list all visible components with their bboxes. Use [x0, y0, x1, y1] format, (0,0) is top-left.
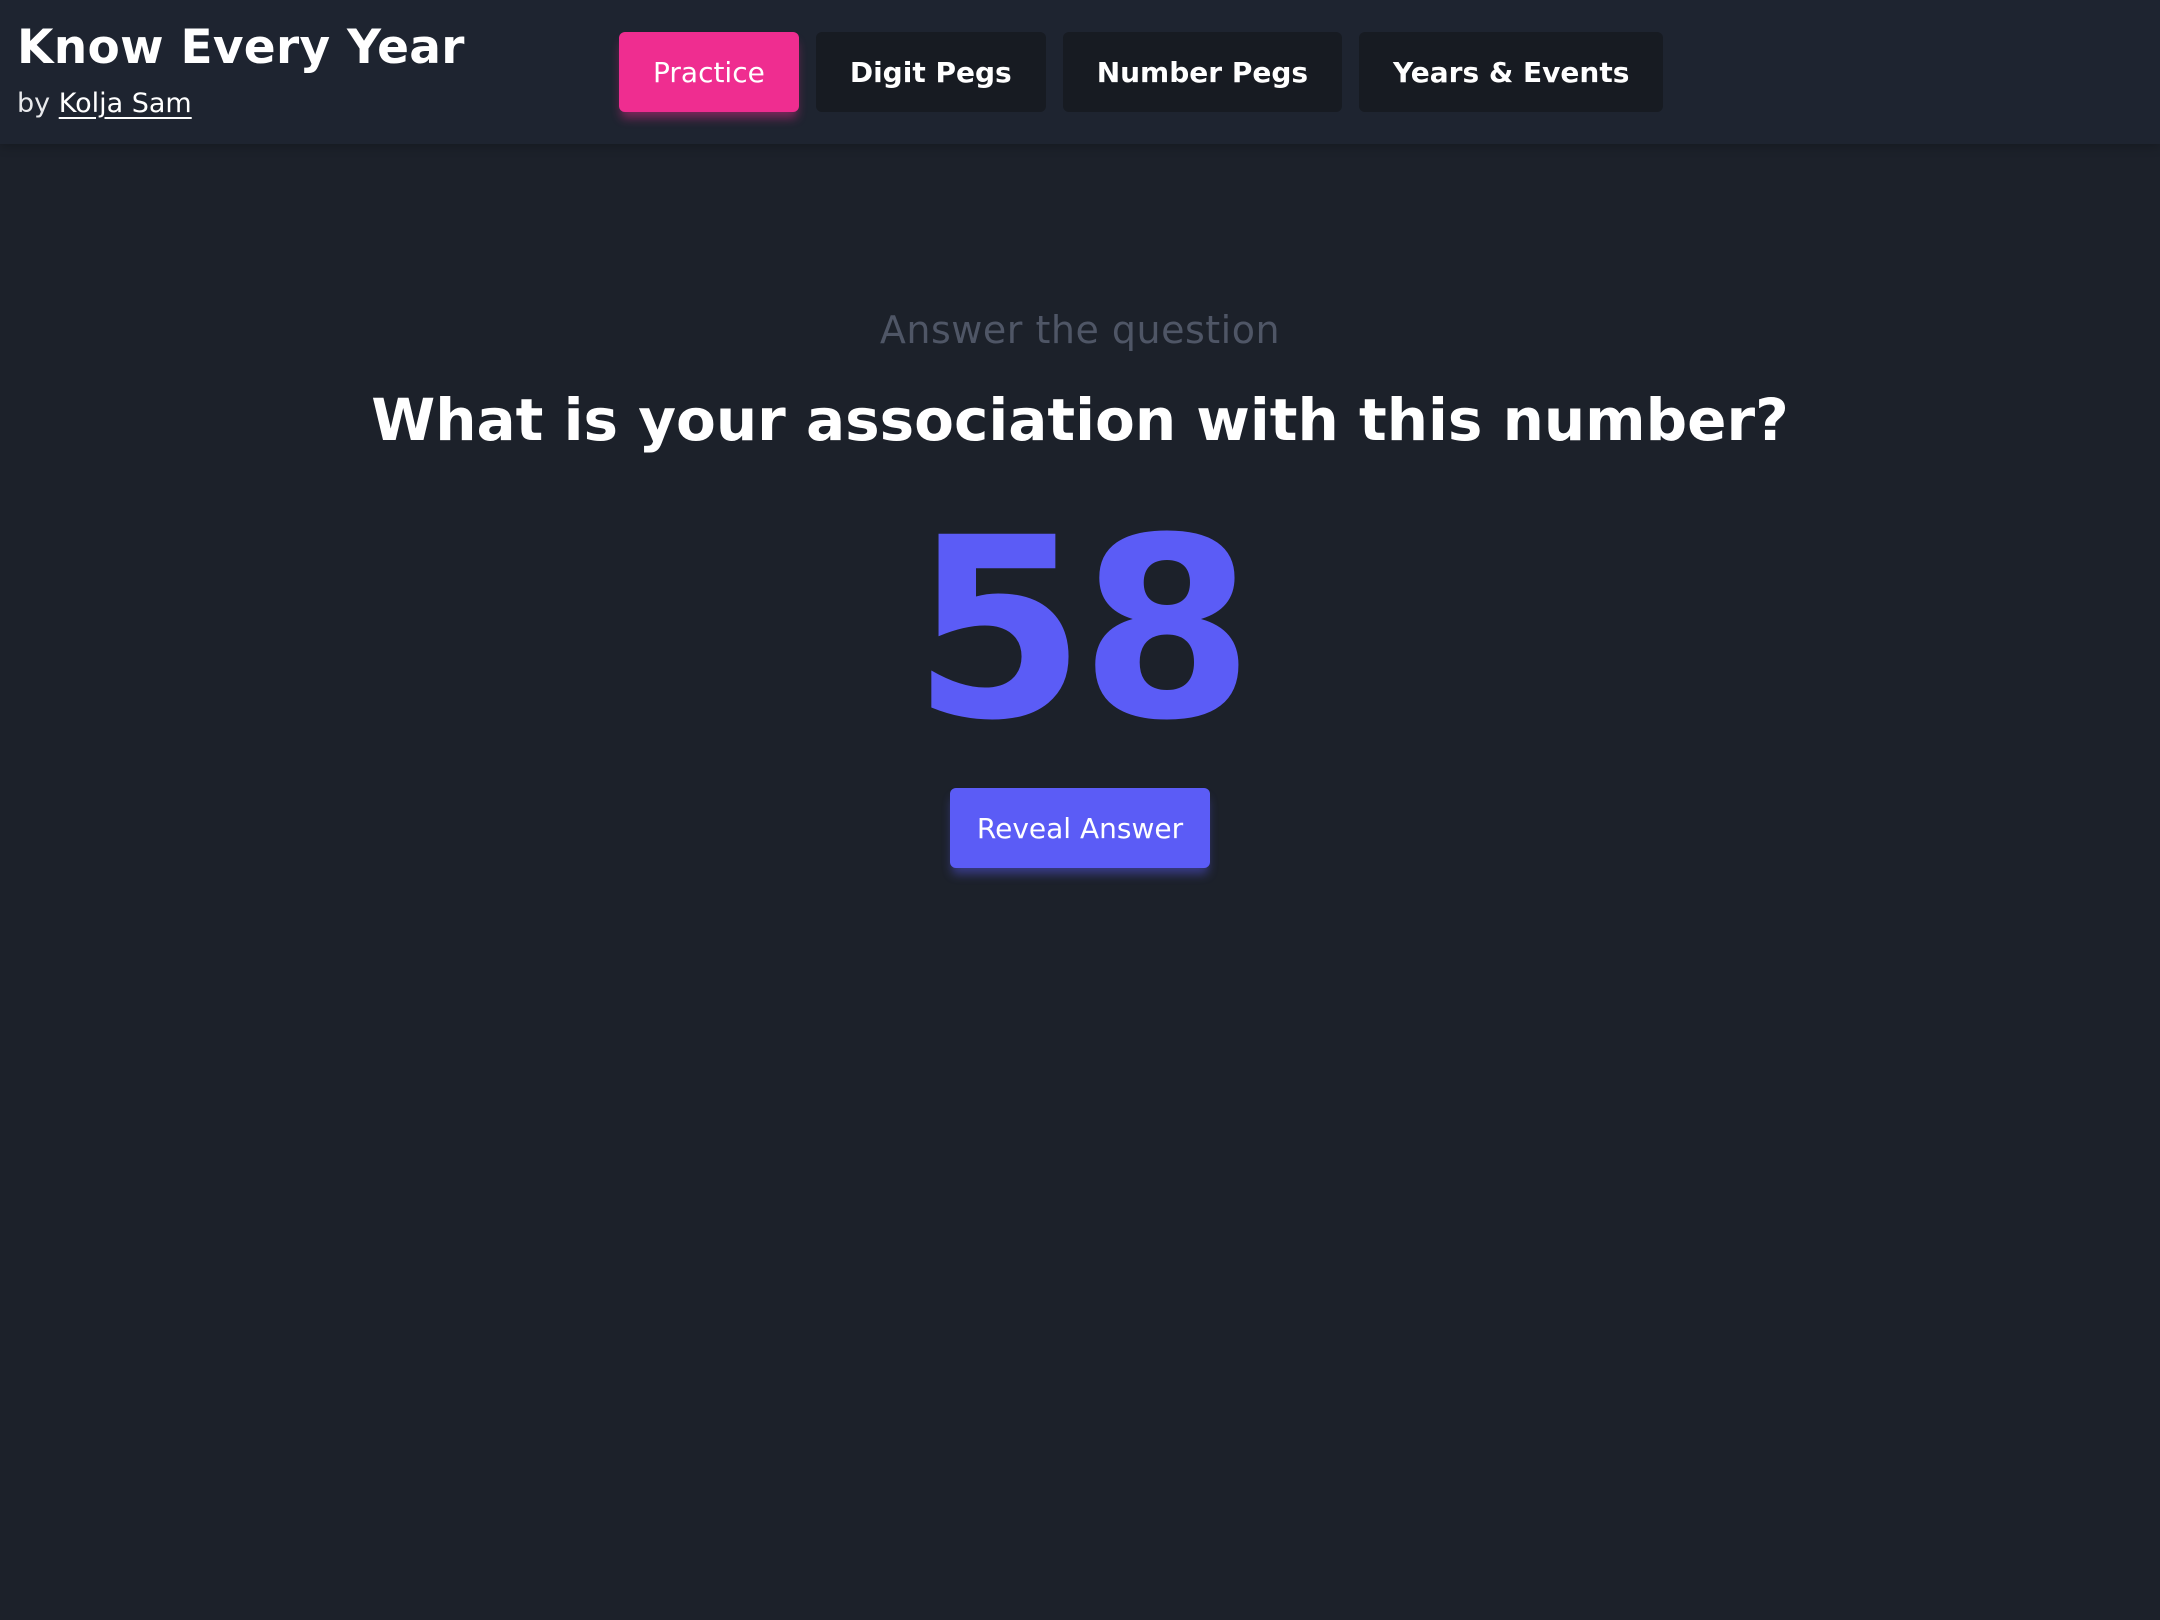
brand: Know Every Year by Kolja Sam: [17, 18, 465, 124]
tab-digit-pegs[interactable]: Digit Pegs: [815, 32, 1046, 112]
reveal-answer-button[interactable]: Reveal Answer: [950, 788, 1210, 868]
main-nav: Practice Digit Pegs Number Pegs Years & …: [619, 32, 1664, 112]
byline-prefix: by: [17, 88, 51, 119]
quiz-number: 58: [912, 484, 1254, 775]
quiz-prompt: Answer the question: [879, 308, 1281, 352]
quiz-question: What is your association with this numbe…: [371, 386, 1789, 454]
tab-number-pegs[interactable]: Number Pegs: [1062, 32, 1343, 112]
reveal-wrap: Reveal Answer: [0, 788, 2160, 868]
byline: by Kolja Sam: [17, 84, 465, 124]
quiz-panel: Answer the question What is your associa…: [0, 300, 2160, 868]
tab-years-events[interactable]: Years & Events: [1359, 32, 1664, 112]
author-link[interactable]: Kolja Sam: [59, 88, 192, 119]
tab-practice[interactable]: Practice: [619, 32, 799, 112]
app-header: Know Every Year by Kolja Sam Practice Di…: [0, 0, 2160, 144]
app-title: Know Every Year: [17, 20, 465, 75]
